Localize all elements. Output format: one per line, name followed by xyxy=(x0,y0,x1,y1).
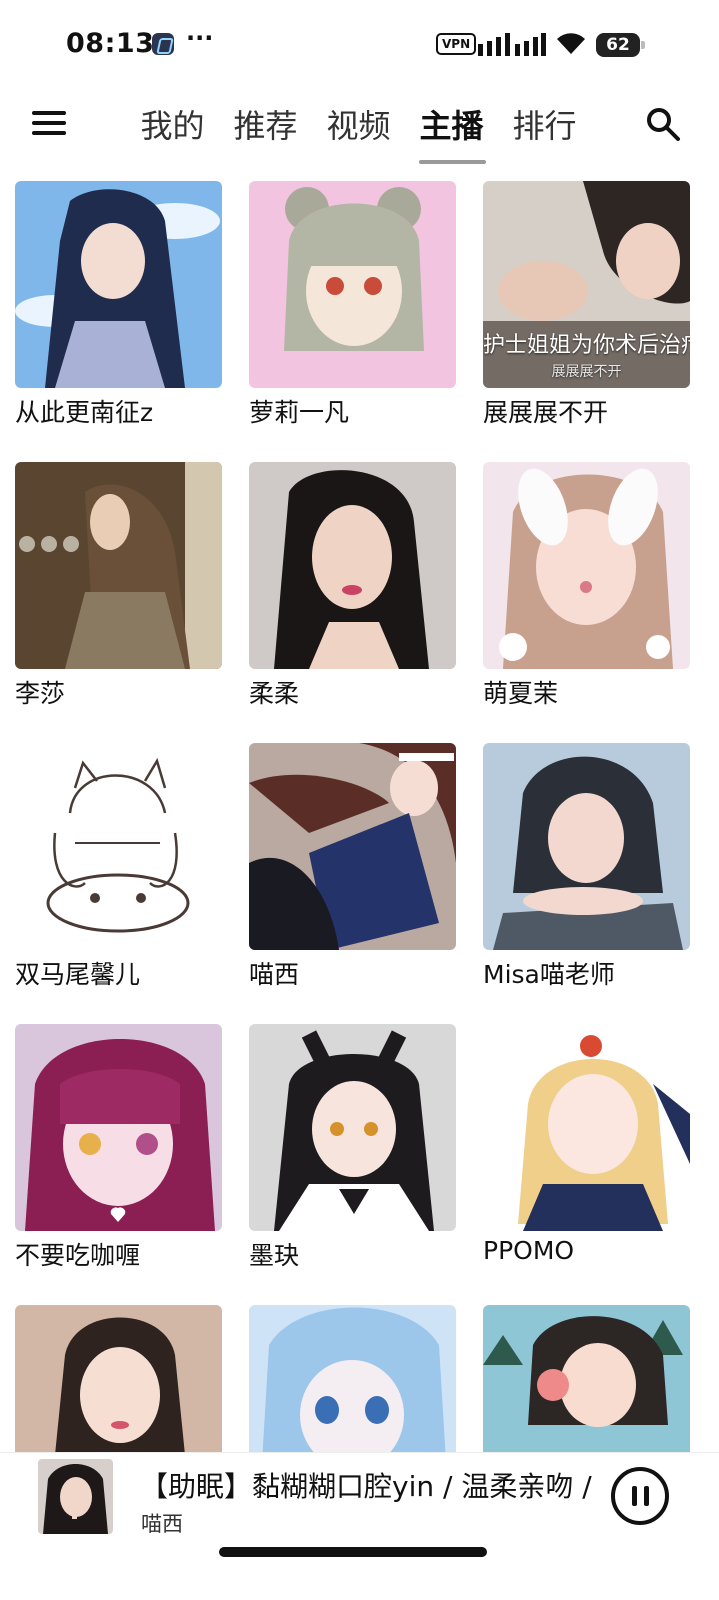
streamer-card[interactable]: 护士姐姐为你术后治疗 展展展不开 展展展不开 xyxy=(483,181,690,443)
streamer-card[interactable]: 不要吃咖喱 xyxy=(15,1024,222,1286)
avatar xyxy=(483,1024,690,1231)
vpn-icon: VPN xyxy=(436,33,477,55)
avatar xyxy=(483,743,690,950)
streamer-name: 萌夏茉 xyxy=(483,679,559,708)
streamer-card[interactable]: 墨玦 xyxy=(249,1024,456,1286)
tab-video[interactable]: 视频 xyxy=(312,92,405,172)
tab-ranking[interactable]: 排行 xyxy=(498,92,591,172)
status-bar: 08:13 ··· VPN 62 xyxy=(0,0,719,92)
wifi-icon xyxy=(557,33,585,54)
pause-button[interactable] xyxy=(611,1467,669,1525)
streamer-card[interactable]: 萝莉一凡 xyxy=(249,181,456,443)
search-icon[interactable] xyxy=(645,106,681,142)
tab-recommended[interactable]: 推荐 xyxy=(219,92,312,172)
streamer-name: 墨玦 xyxy=(249,1241,300,1270)
streamer-name: 双马尾馨儿 xyxy=(15,960,141,989)
menu-icon[interactable] xyxy=(32,109,68,137)
streamer-name: 展展展不开 xyxy=(483,398,609,427)
top-navigation: 我的 推荐 视频 主播 排行 xyxy=(0,92,719,172)
streamer-name: Misa喵老师 xyxy=(483,960,615,989)
avatar xyxy=(15,462,222,669)
streamer-card[interactable]: Misa喵老师 xyxy=(483,743,690,1005)
streamer-name: 柔柔 xyxy=(249,679,300,708)
avatar xyxy=(15,181,222,388)
more-notifications-icon: ··· xyxy=(186,24,214,52)
avatar xyxy=(249,743,456,950)
streamer-card[interactable]: 喵西 xyxy=(249,743,456,1005)
avatar xyxy=(249,1024,456,1231)
avatar xyxy=(249,462,456,669)
mini-player[interactable]: 【助眠】黏糊糊口腔yin / 温柔亲吻 / 喵西 xyxy=(0,1452,719,1600)
avatar xyxy=(249,181,456,388)
avatar: 护士姐姐为你术后治疗 展展展不开 xyxy=(483,181,690,388)
avatar xyxy=(483,462,690,669)
streamer-card[interactable]: 李莎 xyxy=(15,462,222,724)
avatar xyxy=(15,743,222,950)
tab-mine[interactable]: 我的 xyxy=(126,92,219,172)
tab-bar: 我的 推荐 视频 主播 排行 xyxy=(126,92,591,172)
now-playing-artist: 喵西 xyxy=(141,1512,183,1536)
thumbnail-caption-author: 展展展不开 xyxy=(551,364,622,380)
battery-icon: 62 xyxy=(596,33,645,57)
streamer-card[interactable]: PPOMO xyxy=(483,1024,690,1286)
streamer-name: 喵西 xyxy=(249,960,300,989)
status-time: 08:13 xyxy=(66,28,155,59)
streamer-card[interactable]: 从此更南征z xyxy=(15,181,222,443)
thumbnail-caption: 护士姐姐为你术后治疗 xyxy=(483,333,690,358)
streamer-name: 李莎 xyxy=(15,679,66,708)
streamer-card[interactable]: 柔柔 xyxy=(249,462,456,724)
app-notification-icon xyxy=(152,33,174,55)
now-playing-cover[interactable] xyxy=(38,1459,113,1534)
signal-icon xyxy=(478,33,546,56)
streamer-name: 从此更南征z xyxy=(15,398,154,427)
home-indicator[interactable] xyxy=(219,1547,487,1557)
avatar xyxy=(15,1024,222,1231)
streamer-name: PPOMO xyxy=(483,1236,575,1265)
streamer-card[interactable]: 萌夏茉 xyxy=(483,462,690,724)
streamer-name: 萝莉一凡 xyxy=(249,398,350,427)
streamer-card[interactable]: 双马尾馨儿 xyxy=(15,743,222,1005)
now-playing-title[interactable]: 【助眠】黏糊糊口腔yin / 温柔亲吻 / xyxy=(140,1465,600,1505)
streamer-name: 不要吃咖喱 xyxy=(15,1241,141,1270)
active-tab-indicator xyxy=(419,160,486,164)
